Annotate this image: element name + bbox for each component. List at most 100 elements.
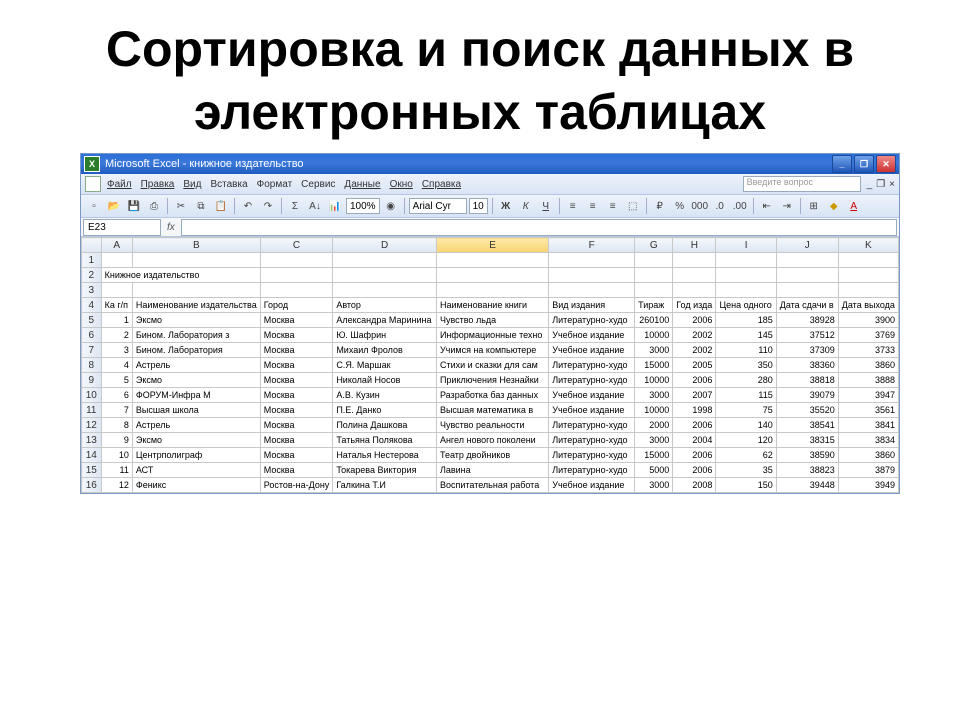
cell[interactable]: 120 xyxy=(716,433,776,448)
menu-file[interactable]: Файл xyxy=(107,179,132,190)
cell[interactable]: 3000 xyxy=(635,388,673,403)
row-header[interactable]: 8 xyxy=(82,358,102,373)
cell[interactable]: А.В. Кузин xyxy=(333,388,437,403)
cell[interactable] xyxy=(549,253,635,268)
menu-window[interactable]: Окно xyxy=(390,179,413,190)
cell[interactable]: 11 xyxy=(101,463,132,478)
cell[interactable]: Москва xyxy=(260,418,333,433)
col-header-C[interactable]: C xyxy=(260,238,333,253)
cell[interactable] xyxy=(635,253,673,268)
cell[interactable]: 38818 xyxy=(776,373,838,388)
menu-insert[interactable]: Вставка xyxy=(210,179,247,190)
cell[interactable]: Учебное издание xyxy=(549,388,635,403)
cell[interactable] xyxy=(333,268,437,283)
cell[interactable] xyxy=(132,253,260,268)
cell-header[interactable]: Автор xyxy=(333,298,437,313)
cell[interactable] xyxy=(635,283,673,298)
cell[interactable]: Галкина Т.И xyxy=(333,478,437,493)
cell[interactable]: 35 xyxy=(716,463,776,478)
cell[interactable]: 2006 xyxy=(673,373,716,388)
cell[interactable] xyxy=(132,283,260,298)
row-header[interactable]: 12 xyxy=(82,418,102,433)
cell-header[interactable]: Ка г/п xyxy=(101,298,132,313)
cell[interactable]: Москва xyxy=(260,343,333,358)
borders-icon[interactable]: ⊞ xyxy=(805,197,823,215)
cell[interactable]: 10000 xyxy=(635,328,673,343)
cell[interactable]: Разработка баз данных xyxy=(436,388,548,403)
cell[interactable]: Литературно-худо xyxy=(549,358,635,373)
cell[interactable]: 38360 xyxy=(776,358,838,373)
col-header-A[interactable]: A xyxy=(101,238,132,253)
doc-close-button[interactable]: × xyxy=(889,179,895,190)
comma-icon[interactable]: 000 xyxy=(691,197,709,215)
cell[interactable]: 37512 xyxy=(776,328,838,343)
cell[interactable]: Учимся на компьютере xyxy=(436,343,548,358)
cell[interactable]: Литературно-худо xyxy=(549,433,635,448)
bold-icon[interactable]: Ж xyxy=(497,197,515,215)
row-header[interactable]: 14 xyxy=(82,448,102,463)
cell[interactable]: П.Е. Данко xyxy=(333,403,437,418)
cell[interactable] xyxy=(776,253,838,268)
cell[interactable]: Эксмо xyxy=(132,433,260,448)
cell[interactable] xyxy=(716,283,776,298)
cell-header[interactable]: Дата сдачи в xyxy=(776,298,838,313)
row-header[interactable]: 15 xyxy=(82,463,102,478)
cell[interactable]: Полина Дашкова xyxy=(333,418,437,433)
cell[interactable]: 1998 xyxy=(673,403,716,418)
cell[interactable]: 3900 xyxy=(838,313,898,328)
cell[interactable]: 2006 xyxy=(673,418,716,433)
cell[interactable]: Москва xyxy=(260,313,333,328)
cell[interactable]: Литературно-худо xyxy=(549,463,635,478)
cell[interactable] xyxy=(673,268,716,283)
cell[interactable]: 2005 xyxy=(673,358,716,373)
cell[interactable]: Чувство льда xyxy=(436,313,548,328)
doc-restore-button[interactable]: ❐ xyxy=(876,179,885,190)
cell[interactable]: 12 xyxy=(101,478,132,493)
cell[interactable]: Астрель xyxy=(132,418,260,433)
cell[interactable] xyxy=(673,283,716,298)
cell[interactable]: 7 xyxy=(101,403,132,418)
cell[interactable] xyxy=(838,268,898,283)
cell[interactable]: 3860 xyxy=(838,448,898,463)
cell[interactable]: Москва xyxy=(260,448,333,463)
cell[interactable]: Бином. Лаборатория з xyxy=(132,328,260,343)
decrease-indent-icon[interactable]: ⇤ xyxy=(758,197,776,215)
cell[interactable]: 10000 xyxy=(635,373,673,388)
cell[interactable]: Москва xyxy=(260,403,333,418)
row-header[interactable]: 1 xyxy=(82,253,102,268)
zoom-selector[interactable]: 100% xyxy=(346,198,380,214)
merge-icon[interactable]: ⬚ xyxy=(624,197,642,215)
cell[interactable]: 3841 xyxy=(838,418,898,433)
cell[interactable] xyxy=(549,283,635,298)
cell[interactable]: 38590 xyxy=(776,448,838,463)
row-header[interactable]: 5 xyxy=(82,313,102,328)
cell-header[interactable]: Год изда xyxy=(673,298,716,313)
spreadsheet-grid[interactable]: ABCDEFGHIJK12Книжное издательство34Ка г/… xyxy=(81,237,899,493)
cell[interactable]: Москва xyxy=(260,388,333,403)
cell-header[interactable]: Тираж xyxy=(635,298,673,313)
cell[interactable] xyxy=(333,253,437,268)
row-header[interactable]: 2 xyxy=(82,268,102,283)
cell[interactable]: 3888 xyxy=(838,373,898,388)
cell[interactable]: Токарева Виктория xyxy=(333,463,437,478)
cell[interactable]: 39079 xyxy=(776,388,838,403)
menu-data[interactable]: Данные xyxy=(344,179,380,190)
cell[interactable]: 2008 xyxy=(673,478,716,493)
align-left-icon[interactable]: ≡ xyxy=(564,197,582,215)
cell[interactable]: 140 xyxy=(716,418,776,433)
cell[interactable]: 3561 xyxy=(838,403,898,418)
cell[interactable] xyxy=(101,253,132,268)
col-header-I[interactable]: I xyxy=(716,238,776,253)
cell[interactable]: 115 xyxy=(716,388,776,403)
paste-icon[interactable]: 📋 xyxy=(212,197,230,215)
cell[interactable]: Николай Носов xyxy=(333,373,437,388)
cell[interactable]: 2004 xyxy=(673,433,716,448)
increase-decimal-icon[interactable]: .0 xyxy=(711,197,729,215)
cell[interactable]: Чувство реальности xyxy=(436,418,548,433)
fill-color-icon[interactable]: ◆ xyxy=(825,197,843,215)
doc-minimize-button[interactable]: _ xyxy=(867,179,873,190)
cell[interactable]: Ангел нового поколени xyxy=(436,433,548,448)
cell[interactable]: 2002 xyxy=(673,328,716,343)
cell[interactable]: 145 xyxy=(716,328,776,343)
cell[interactable]: 3000 xyxy=(635,433,673,448)
